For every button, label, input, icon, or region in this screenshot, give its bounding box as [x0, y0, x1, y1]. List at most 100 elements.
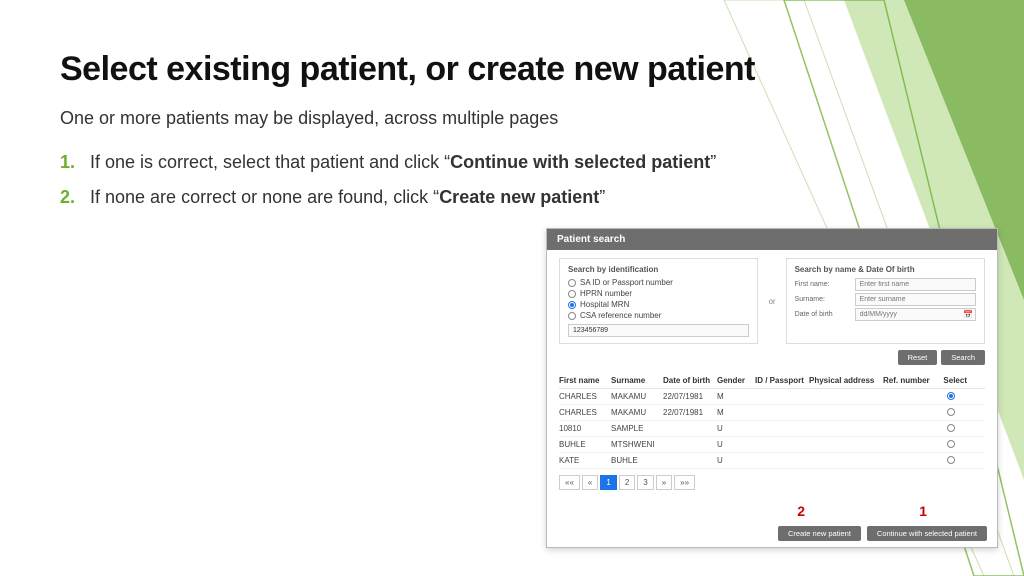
cell-select: [935, 440, 967, 449]
cell-address: [809, 392, 879, 401]
cell-first: CHARLES: [559, 408, 607, 417]
cell-first: 10810: [559, 424, 607, 433]
table-row: BUHLE MTSHWENI U: [559, 437, 985, 453]
text: ”: [599, 187, 605, 207]
table-row: CHARLES MAKAMU 22/07/1981 M: [559, 405, 985, 421]
text: ”: [710, 152, 716, 172]
pager-page-3[interactable]: 3: [637, 475, 653, 490]
cell-first: BUHLE: [559, 440, 607, 449]
cell-gender: U: [717, 424, 751, 433]
dob-label: Date of birth: [795, 311, 849, 318]
page-title: Select existing patient, or create new p…: [60, 50, 755, 89]
table-row: CHARLESMAKAMU22/07/1981M: [559, 389, 985, 405]
cell-gender: M: [717, 408, 751, 417]
pager-prev[interactable]: «: [582, 475, 598, 490]
panel-footer: Create new patient Continue with selecte…: [778, 526, 987, 541]
cell-dob: [663, 424, 713, 433]
cell-id-passport: [755, 440, 805, 449]
list-number-1: 1.: [60, 150, 75, 175]
cell-surname: MTSHWENI: [611, 440, 659, 449]
grid-header: First name Surname Date of birth Gender …: [559, 373, 985, 389]
select-radio[interactable]: [947, 456, 955, 464]
col-address: Physical address: [809, 376, 879, 385]
cell-id-passport: [755, 424, 805, 433]
first-name-row: First name:: [795, 278, 976, 291]
cell-ref: [883, 440, 931, 449]
surname-input[interactable]: [855, 293, 976, 306]
cell-address: [809, 408, 879, 417]
cell-dob: [663, 456, 713, 465]
search-by-name-box: Search by name & Date Of birth First nam…: [786, 258, 985, 344]
create-new-patient-button[interactable]: Create new patient: [778, 526, 861, 541]
cell-select: [935, 392, 967, 401]
radio-label: SA ID or Passport number: [580, 278, 673, 287]
cell-select: [935, 456, 967, 465]
dob-input[interactable]: [855, 308, 976, 321]
col-gender: Gender: [717, 376, 751, 385]
cell-first: KATE: [559, 456, 607, 465]
search-by-id-box: Search by identification SA ID or Passpo…: [559, 258, 758, 344]
cell-address: [809, 424, 879, 433]
continue-with-selected-button[interactable]: Continue with selected patient: [867, 526, 987, 541]
first-name-label: First name:: [795, 281, 849, 288]
cell-surname: MAKAMU: [611, 408, 659, 417]
radio-label: CSA reference number: [580, 311, 661, 320]
reset-button[interactable]: Reset: [898, 350, 938, 365]
pager-last[interactable]: »»: [674, 475, 695, 490]
instruction-list: 1. If one is correct, select that patien…: [60, 140, 716, 210]
text-bold: Continue with selected patient: [450, 152, 710, 172]
radio-icon: [568, 279, 576, 287]
cell-ref: [883, 392, 931, 401]
cell-gender: M: [717, 392, 751, 401]
patient-search-panel: Patient search Search by identification …: [546, 228, 998, 548]
cell-surname: SAMPLE: [611, 424, 659, 433]
cell-address: [809, 456, 879, 465]
surname-row: Surname:: [795, 293, 976, 306]
panel-header: Patient search: [547, 229, 997, 250]
results-grid: First name Surname Date of birth Gender …: [559, 373, 985, 469]
col-dob: Date of birth: [663, 376, 713, 385]
surname-label: Surname:: [795, 296, 849, 303]
radio-sa-id[interactable]: SA ID or Passport number: [568, 278, 749, 287]
radio-hprn[interactable]: HPRN number: [568, 289, 749, 298]
or-divider: or: [766, 297, 777, 306]
radio-hospital-mrn[interactable]: Hospital MRN: [568, 300, 749, 309]
radio-icon: [568, 290, 576, 298]
radio-csa[interactable]: CSA reference number: [568, 311, 749, 320]
list-number-2: 2.: [60, 185, 75, 210]
cell-gender: U: [717, 456, 751, 465]
cell-surname: MAKAMU: [611, 392, 659, 401]
cell-id-passport: [755, 392, 805, 401]
col-ref: Ref. number: [883, 376, 931, 385]
cell-ref: [883, 456, 931, 465]
calendar-icon[interactable]: 📅: [963, 310, 973, 319]
search-buttons: Reset Search: [559, 350, 985, 365]
pager-next[interactable]: »: [656, 475, 672, 490]
pager-page-2[interactable]: 2: [619, 475, 635, 490]
first-name-input[interactable]: [855, 278, 976, 291]
search-row: Search by identification SA ID or Passpo…: [559, 258, 985, 344]
identification-input[interactable]: [568, 324, 749, 337]
cell-ref: [883, 408, 931, 417]
col-select: Select: [935, 376, 967, 385]
cell-select: [935, 424, 967, 433]
panel-body: Search by identification SA ID or Passpo…: [547, 250, 997, 498]
search-button[interactable]: Search: [941, 350, 985, 365]
select-radio[interactable]: [947, 424, 955, 432]
cell-dob: 22/07/1981: [663, 408, 713, 417]
pager-page-1[interactable]: 1: [600, 475, 616, 490]
text: If one is correct: [90, 152, 213, 172]
pager: «« « 1 2 3 » »»: [559, 475, 985, 490]
cell-gender: U: [717, 440, 751, 449]
select-radio[interactable]: [947, 440, 955, 448]
select-radio[interactable]: [947, 392, 955, 400]
radio-label: HPRN number: [580, 289, 632, 298]
cell-dob: [663, 440, 713, 449]
dob-row: Date of birth 📅: [795, 308, 976, 321]
cell-surname: BUHLE: [611, 456, 659, 465]
text-bold: Create new patient: [439, 187, 599, 207]
cell-address: [809, 440, 879, 449]
subtitle: One or more patients may be displayed, a…: [60, 108, 558, 129]
pager-first[interactable]: ««: [559, 475, 580, 490]
select-radio[interactable]: [947, 408, 955, 416]
